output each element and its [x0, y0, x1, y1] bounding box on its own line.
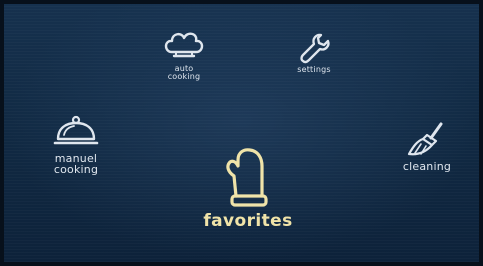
settings-button[interactable]: settings	[284, 31, 344, 74]
cloche-icon	[53, 114, 99, 150]
settings-label: settings	[297, 65, 331, 74]
manual-cooking-button[interactable]: manuel cooking	[42, 114, 110, 175]
brush-icon	[405, 122, 449, 158]
oven-menu-screen: auto cooking settings manuel cooking cle…	[0, 0, 483, 266]
wrench-icon	[297, 31, 331, 65]
oven-mitt-icon	[218, 146, 278, 210]
cleaning-label: cleaning	[402, 160, 452, 173]
chef-hat-icon	[162, 30, 206, 64]
auto-cooking-button[interactable]: auto cooking	[154, 30, 214, 81]
auto-cooking-label: auto cooking	[167, 64, 201, 81]
cleaning-button[interactable]: cleaning	[392, 122, 462, 172]
favorites-button[interactable]: favorites	[202, 146, 294, 230]
favorites-label: favorites	[203, 211, 293, 231]
manual-cooking-label: manuel cooking	[53, 152, 99, 176]
